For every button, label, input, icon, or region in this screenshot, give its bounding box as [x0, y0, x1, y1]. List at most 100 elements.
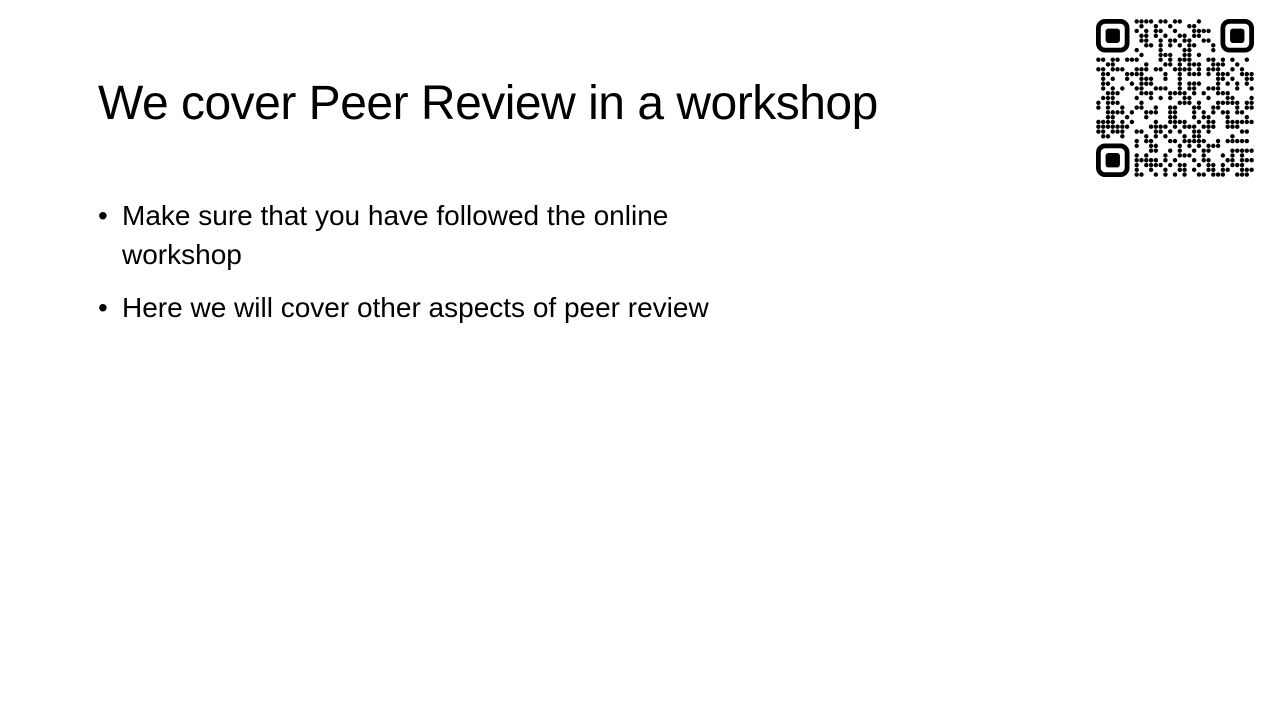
qr-module — [1158, 129, 1163, 134]
qr-module — [1182, 172, 1187, 177]
qr-module — [1187, 143, 1192, 149]
qr-module — [1177, 153, 1182, 158]
qr-module — [1158, 19, 1163, 24]
qr-module — [1168, 114, 1173, 120]
qr-module — [1168, 43, 1173, 48]
qr-module — [1191, 71, 1197, 77]
qr-module — [1201, 124, 1206, 129]
qr-module — [1187, 52, 1192, 58]
qr-module — [1139, 67, 1144, 72]
qr-module — [1249, 86, 1254, 91]
qr-module — [1100, 86, 1106, 91]
qr-module — [1201, 91, 1206, 96]
qr-module — [1225, 81, 1230, 86]
qr-module — [1220, 71, 1226, 77]
qr-module — [1139, 86, 1144, 91]
qr-module — [1134, 105, 1139, 110]
qr-module — [1153, 33, 1159, 38]
qr-code-graphic — [1096, 19, 1254, 177]
qr-module — [1187, 124, 1192, 129]
qr-module — [1110, 91, 1115, 96]
qr-module — [1153, 67, 1159, 72]
qr-module — [1139, 105, 1144, 110]
qr-module — [1201, 138, 1206, 144]
qr-module — [1244, 148, 1250, 153]
qr-module — [1239, 110, 1245, 115]
qr-module — [1177, 162, 1182, 168]
qr-module — [1215, 143, 1221, 149]
qr-module — [1158, 28, 1163, 34]
qr-module — [1096, 57, 1101, 62]
qr-module — [1110, 100, 1115, 105]
qr-module — [1115, 57, 1120, 62]
qr-module — [1220, 162, 1226, 168]
qr-module — [1168, 162, 1173, 168]
qr-module — [1196, 105, 1202, 110]
qr-module — [1182, 153, 1187, 158]
qr-module — [1182, 52, 1187, 58]
qr-module — [1148, 91, 1154, 96]
qr-module — [1211, 110, 1216, 115]
qr-module — [1191, 167, 1197, 173]
qr-module — [1244, 167, 1250, 173]
qr-module — [1100, 95, 1106, 101]
qr-module — [1100, 57, 1106, 62]
qr-module — [1230, 124, 1235, 129]
qr-module — [1172, 28, 1178, 34]
qr-module — [1196, 138, 1202, 144]
qr-module — [1196, 143, 1202, 149]
qr-module — [1244, 100, 1250, 105]
qr-module — [1158, 124, 1163, 129]
qr-module — [1172, 124, 1178, 129]
qr-module — [1100, 119, 1106, 125]
qr-module — [1215, 76, 1221, 82]
qr-module — [1105, 100, 1111, 105]
qr-module — [1235, 110, 1240, 115]
qr-module — [1100, 67, 1106, 72]
qr-module — [1163, 76, 1168, 82]
qr-module — [1244, 138, 1250, 144]
qr-module — [1235, 138, 1240, 144]
qr-module — [1196, 33, 1202, 38]
qr-module — [1196, 81, 1202, 86]
bullet-item: • Here we will cover other aspects of pe… — [98, 288, 738, 327]
qr-module — [1163, 124, 1168, 129]
qr-module — [1239, 172, 1245, 177]
qr-module — [1177, 33, 1182, 38]
qr-module — [1177, 19, 1182, 24]
qr-module — [1215, 172, 1221, 177]
qr-module — [1196, 19, 1202, 24]
qr-module — [1211, 47, 1216, 53]
qr-module — [1144, 62, 1149, 67]
qr-module — [1148, 43, 1154, 48]
qr-module — [1163, 172, 1168, 177]
qr-module — [1096, 105, 1101, 110]
qr-module — [1148, 124, 1154, 129]
qr-module — [1168, 119, 1173, 125]
qr-module — [1115, 67, 1120, 72]
bullet-text: Make sure that you have followed the onl… — [122, 200, 669, 270]
qr-module — [1134, 129, 1139, 134]
qr-module — [1134, 28, 1139, 34]
qr-module — [1172, 110, 1178, 115]
qr-module — [1144, 38, 1149, 43]
qr-module — [1215, 86, 1221, 91]
qr-module — [1191, 23, 1197, 29]
qr-module — [1144, 33, 1149, 38]
qr-module — [1244, 81, 1250, 86]
qr-module — [1211, 124, 1216, 129]
qr-module — [1206, 158, 1211, 163]
qr-module — [1105, 81, 1111, 86]
qr-module — [1177, 67, 1182, 72]
qr-module — [1172, 67, 1178, 72]
qr-module — [1163, 71, 1168, 77]
qr-module — [1168, 23, 1173, 29]
qr-module — [1158, 47, 1163, 53]
qr-module — [1158, 43, 1163, 48]
qr-module — [1153, 110, 1159, 115]
qr-module — [1168, 105, 1173, 110]
bullet-text: Here we will cover other aspects of peer… — [122, 292, 709, 323]
qr-module — [1239, 138, 1245, 144]
qr-module — [1172, 158, 1178, 163]
qr-module — [1225, 119, 1230, 125]
